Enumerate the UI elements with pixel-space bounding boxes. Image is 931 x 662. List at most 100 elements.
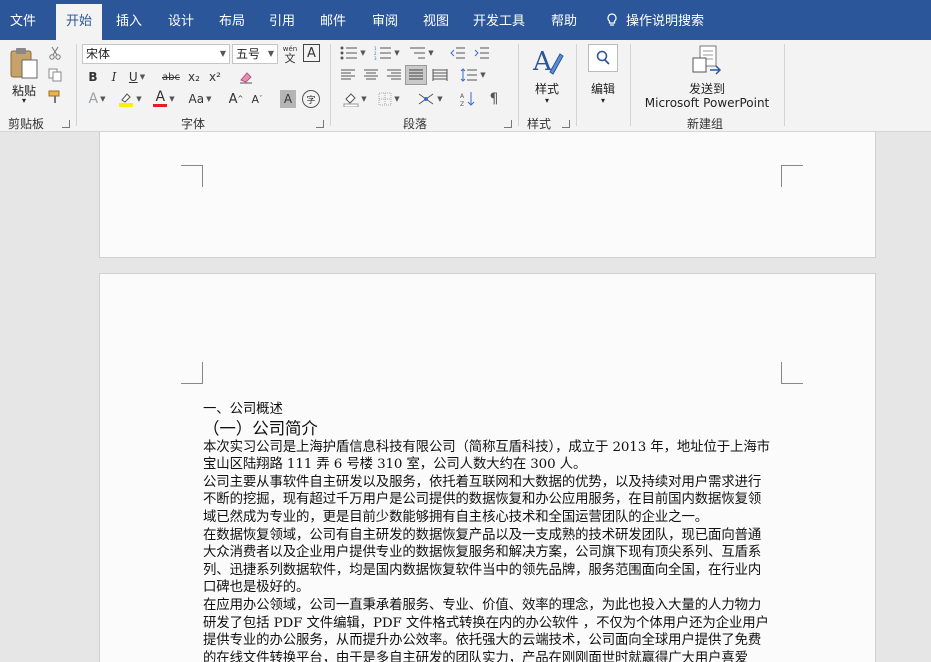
clipboard-launcher-icon[interactable]: [62, 120, 70, 128]
tab-developer[interactable]: 开发工具: [468, 0, 530, 40]
align-center-icon[interactable]: [361, 66, 381, 84]
enclose-characters-button[interactable]: 字: [302, 90, 320, 108]
distributed-icon[interactable]: [430, 66, 450, 84]
paragraph-line: 本次实习公司是上海护盾信息科技有限公司（简称互盾科技），成立于 2013 年，地…: [203, 439, 770, 455]
paragraph-line: 的在线文件转换平台，由于是多自主研发的团队实力，产品在刚刚面世时就赢得广大用户喜…: [203, 650, 748, 662]
numbering-icon[interactable]: 1 2 3 ▼: [372, 44, 402, 62]
document-body[interactable]: 一、公司概述 （一）公司简介 本次实习公司是上海护盾信息科技有限公司（简称互盾科…: [203, 401, 783, 662]
character-border-button[interactable]: A: [303, 44, 320, 62]
align-right-icon[interactable]: [384, 66, 404, 84]
svg-text:3: 3: [374, 56, 377, 60]
font-color-button[interactable]: A ▼: [150, 90, 178, 108]
tab-home[interactable]: 开始: [56, 4, 102, 44]
shading-icon[interactable]: ▼: [340, 90, 370, 108]
tab-references[interactable]: 引用: [259, 0, 305, 40]
font-size-combo[interactable]: 五号 ▼: [232, 44, 278, 64]
heading-level-1: 一、公司概述: [203, 402, 283, 417]
sort-icon[interactable]: AZ: [458, 90, 478, 108]
tab-label: 开发工具: [472, 14, 525, 29]
styles-group-label: 样式: [526, 117, 551, 131]
group-divider: [576, 44, 577, 126]
chevron-down-icon: ▼: [394, 49, 400, 57]
tab-label: 邮件: [319, 14, 346, 29]
character-shading-button[interactable]: A: [280, 90, 296, 108]
borders-icon[interactable]: ▼: [374, 90, 404, 108]
chinese-layout-icon[interactable]: ▼: [414, 90, 446, 108]
font-group-label: 字体: [180, 117, 205, 131]
editing-button[interactable]: 编辑 ▾: [582, 44, 624, 110]
chevron-down-icon: ▼: [267, 49, 274, 58]
paste-button[interactable]: 粘贴 ▾: [6, 44, 42, 108]
subscript-label: x₂: [188, 70, 200, 84]
tab-label: 插入: [115, 14, 142, 29]
tab-review[interactable]: 审阅: [362, 0, 408, 40]
send-to-line2: Microsoft PowerPoint: [644, 96, 770, 110]
italic-letter: I: [111, 70, 117, 84]
cut-icon[interactable]: [46, 44, 64, 62]
tab-label: 布局: [218, 14, 245, 29]
superscript-button[interactable]: x²: [206, 68, 224, 86]
editing-label: 编辑: [590, 82, 615, 96]
subscript-button[interactable]: x₂: [185, 68, 203, 86]
tab-view[interactable]: 视图: [413, 0, 459, 40]
bold-button[interactable]: B: [84, 68, 102, 86]
svg-text:A: A: [460, 93, 465, 100]
grow-font-button[interactable]: A ^: [227, 90, 245, 108]
styles-launcher-icon[interactable]: [562, 120, 570, 128]
phonetic-guide-button[interactable]: wén 文: [281, 43, 299, 65]
underline-button[interactable]: U ▼: [126, 68, 148, 86]
chevron-down-icon: ▼: [437, 95, 443, 103]
tell-me-search[interactable]: 操作说明搜索: [600, 0, 710, 40]
shrink-font-letter: A: [251, 92, 260, 106]
document-canvas[interactable]: 一、公司概述 （一）公司简介 本次实习公司是上海护盾信息科技有限公司（简称互盾科…: [0, 132, 931, 662]
font-launcher-icon[interactable]: [316, 120, 324, 128]
paragraph-line: 列、迅捷系列数据软件，均是国内数据恢复软件当中的领先品牌，服务范围面向全国，在行…: [203, 562, 762, 578]
font-name-combo[interactable]: 宋体 ▼: [82, 44, 230, 64]
chevron-down-icon: ▼: [100, 95, 106, 103]
send-to-powerpoint-icon: [692, 45, 722, 75]
chevron-down-icon: ▼: [394, 95, 400, 103]
italic-button[interactable]: I: [105, 68, 123, 86]
styles-button[interactable]: A 样式 ▾: [524, 44, 570, 110]
chevron-down-icon: ▼: [361, 95, 367, 103]
tab-layout[interactable]: 布局: [209, 0, 255, 40]
paragraph-launcher-icon[interactable]: [504, 120, 512, 128]
heading-level-2: （一）公司简介: [203, 418, 318, 438]
send-to-powerpoint-button[interactable]: 发送到 Microsoft PowerPoint: [636, 44, 778, 110]
justify-icon[interactable]: [405, 65, 427, 85]
tab-label: 引用: [268, 14, 295, 29]
page-previous[interactable]: [99, 132, 876, 258]
tab-insert[interactable]: 插入: [106, 0, 152, 40]
paste-dropdown-icon: ▾: [21, 96, 26, 105]
tab-mailings[interactable]: 邮件: [310, 0, 356, 40]
group-divider: [518, 44, 519, 126]
tab-file[interactable]: 文件: [0, 0, 46, 40]
tab-label: 文件: [9, 14, 36, 29]
tab-design[interactable]: 设计: [158, 0, 204, 40]
shrink-font-button[interactable]: Aˇ: [248, 90, 266, 108]
lightbulb-icon: [607, 13, 617, 26]
multilevel-list-icon[interactable]: ▼: [406, 44, 436, 62]
show-formatting-marks-icon[interactable]: ¶: [484, 90, 504, 108]
grow-font-letter: A: [228, 91, 238, 107]
text-effects-icon[interactable]: A ▼: [84, 90, 110, 108]
change-case-button[interactable]: Aa ▼: [184, 90, 216, 108]
paragraph-line: 公司主要从事软件自主研发以及服务，依托着互联网和大数据的优势，以及持续对用户需求…: [203, 474, 762, 490]
align-left-icon[interactable]: [338, 66, 358, 84]
copy-icon[interactable]: [46, 66, 64, 84]
increase-indent-icon[interactable]: [472, 44, 492, 62]
strikethrough-button[interactable]: abc: [160, 68, 182, 86]
clear-formatting-icon[interactable]: [236, 68, 256, 86]
chevron-down-icon: ▼: [139, 73, 146, 81]
character-shading-letter: A: [283, 92, 293, 106]
margin-corner-mark: [181, 165, 203, 187]
tab-help[interactable]: 帮助: [541, 0, 587, 40]
decrease-indent-icon[interactable]: [448, 44, 468, 62]
highlight-color-icon[interactable]: ▼: [116, 90, 144, 108]
change-case-label: Aa: [188, 92, 205, 106]
line-spacing-icon[interactable]: ▼: [458, 66, 488, 84]
format-painter-icon[interactable]: [46, 88, 64, 106]
paragraph-line: 大众消费者以及企业用户提供专业的数据恢复服务和解决方案，公司旗下现有顶尖系列、互…: [203, 545, 762, 561]
bullets-icon[interactable]: ▼: [338, 44, 368, 62]
font-color-swatch: [153, 104, 168, 107]
